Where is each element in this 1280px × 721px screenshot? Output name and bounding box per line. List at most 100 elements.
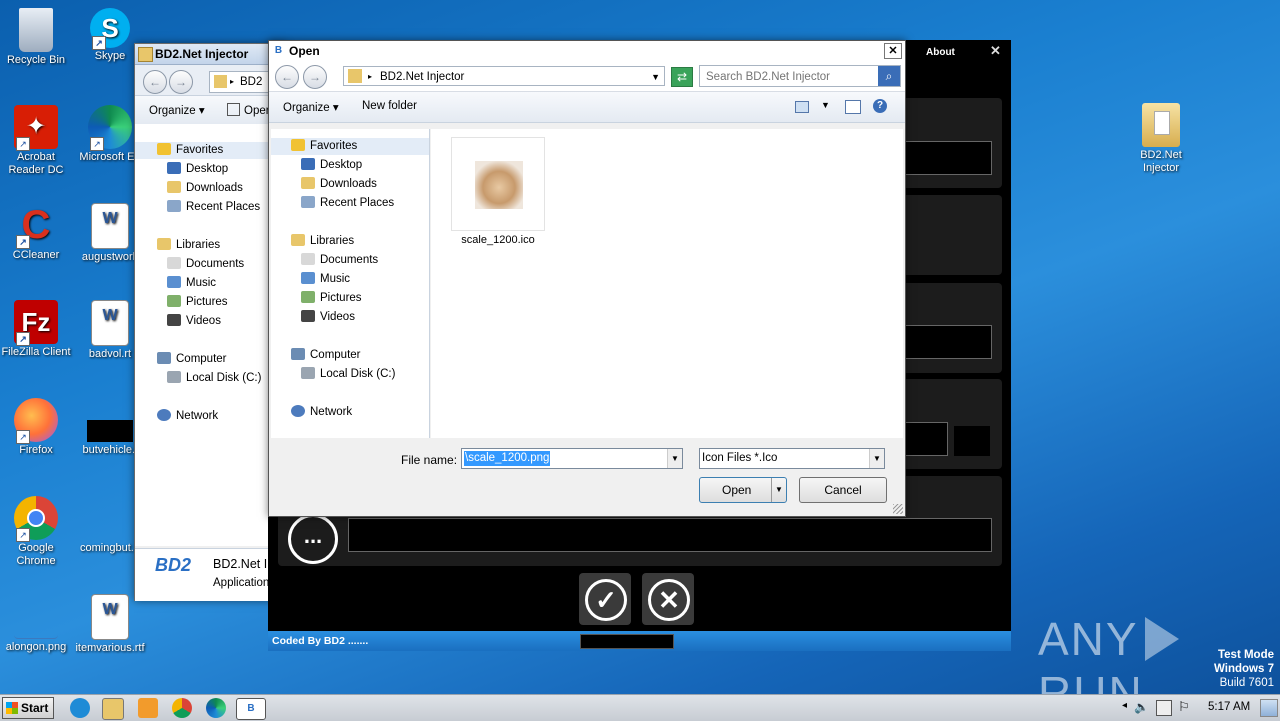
open-button[interactable]: Oper [227, 103, 270, 117]
organize-button[interactable]: Organize ▾ [283, 100, 339, 114]
desktop-icon-bd2-folder[interactable]: BD2.Net Injector [1126, 103, 1196, 175]
explorer-window[interactable]: BD2.Net Injector ← → ▸ BD2 Organize ▾ Op… [134, 43, 321, 601]
nav-favorites[interactable]: Favorites [135, 142, 285, 159]
help-icon[interactable]: ? [873, 99, 887, 113]
nav-music[interactable]: Music [301, 271, 350, 288]
nav-music[interactable]: Music [167, 275, 216, 292]
nav-documents[interactable]: Documents [167, 256, 244, 273]
nav-computer[interactable]: Computer [291, 347, 361, 364]
black-image-icon [87, 420, 133, 442]
file-item[interactable]: scale_1200.ico [451, 137, 545, 247]
flag-icon[interactable]: ⚐ [1178, 699, 1190, 715]
organize-button[interactable]: Organize ▾ [149, 103, 205, 117]
desktop-icon-label: Firefox [19, 444, 53, 456]
music-icon [167, 276, 181, 288]
bd2-taskbar-icon[interactable]: B [236, 698, 266, 720]
file-path-field[interactable] [348, 518, 992, 552]
explorer-toolbar: Organize ▾ Oper [135, 96, 285, 125]
forward-button[interactable]: → [169, 70, 193, 94]
desktop-icon-itemvarious[interactable]: W itemvarious.rtf [75, 594, 145, 655]
filename-combo[interactable]: \scale_1200.png ▼ [461, 448, 683, 469]
network-tray-icon[interactable] [1156, 700, 1172, 716]
desktop-icon [301, 158, 315, 170]
desktop-icon-chrome[interactable]: ↗ Google Chrome [1, 496, 71, 568]
preview-pane-icon[interactable] [845, 100, 861, 114]
injector-small-box[interactable] [954, 426, 990, 456]
open-dropdown-icon[interactable]: ▼ [771, 478, 786, 502]
refresh-button[interactable]: ⇄ [671, 67, 693, 87]
filename-input[interactable]: \scale_1200.png [464, 451, 551, 466]
nav-libraries[interactable]: Libraries [157, 237, 220, 254]
nav-documents[interactable]: Documents [301, 252, 378, 269]
dialog-titlebar[interactable]: B Open ✕ [269, 41, 905, 61]
desktop-icon-recycle-bin[interactable]: Recycle Bin [1, 8, 71, 67]
ccleaner-icon: C ↗ [14, 203, 58, 249]
filetype-dropdown-icon[interactable]: ▼ [869, 449, 884, 468]
volume-icon[interactable]: 🔈 [1134, 700, 1149, 714]
explorer-taskbar-icon[interactable] [102, 698, 124, 720]
chrome-taskbar-icon[interactable] [172, 698, 192, 718]
desktop-icon-filezilla[interactable]: Fz ↗ FileZilla Client [1, 300, 71, 359]
desktop-icon-alongon[interactable]: alongon.png [1, 594, 71, 654]
nav-network[interactable]: Network [157, 408, 218, 425]
nav-downloads[interactable]: Downloads [167, 180, 243, 197]
nav-computer[interactable]: Computer [157, 351, 227, 368]
tray-chevron-icon[interactable]: ◂ [1122, 700, 1127, 711]
nav-localdisk[interactable]: Local Disk (C:) [301, 366, 395, 383]
search-icon[interactable]: ⌕ [878, 66, 900, 86]
nav-favorites[interactable]: Favorites [271, 138, 429, 155]
nav-recent[interactable]: Recent Places [167, 199, 260, 216]
filetype-select[interactable]: Icon Files *.Ico ▼ [699, 448, 885, 469]
desktop-icon-acrobat[interactable]: ✦ ↗ Acrobat Reader DC [1, 105, 71, 177]
star-icon [157, 143, 171, 155]
view-dropdown-icon[interactable]: ▼ [821, 100, 830, 110]
open-dialog[interactable]: B Open ✕ ← → ▸ BD2.Net Injector ▼ ⇄ ⌕ Or… [268, 40, 906, 517]
thumbnail-frame [451, 137, 545, 231]
new-folder-button[interactable]: New folder [362, 100, 417, 112]
desktop-icon-label: alongon.png [5, 641, 67, 653]
nav-recent[interactable]: Recent Places [301, 195, 394, 212]
ok-button[interactable]: ✓ [579, 573, 631, 625]
injector-close-button[interactable]: ✕ [990, 43, 1001, 59]
nav-videos[interactable]: Videos [301, 309, 355, 326]
file-list[interactable]: scale_1200.ico [431, 129, 903, 438]
filename-label: File name: [401, 453, 458, 467]
file-name-label: scale_1200.ico [461, 234, 535, 246]
nav-desktop[interactable]: Desktop [301, 157, 362, 174]
dialog-cancel-button[interactable]: Cancel [799, 477, 887, 503]
address-dropdown-icon[interactable]: ▼ [651, 67, 660, 87]
start-button[interactable]: Start [2, 697, 54, 719]
back-button[interactable]: ← [143, 70, 167, 94]
about-button[interactable]: About [926, 47, 955, 58]
dialog-close-button[interactable]: ✕ [884, 43, 902, 59]
nav-localdisk[interactable]: Local Disk (C:) [167, 370, 261, 387]
cancel-button-dark[interactable]: ✕ [642, 573, 694, 625]
filename-dropdown-icon[interactable]: ▼ [667, 449, 682, 468]
nav-pictures[interactable]: Pictures [301, 290, 362, 307]
nav-videos[interactable]: Videos [167, 313, 221, 330]
resize-grip-icon[interactable] [893, 504, 903, 514]
forward-button[interactable]: → [303, 65, 327, 89]
nav-libraries[interactable]: Libraries [291, 233, 354, 250]
nav-pictures[interactable]: Pictures [167, 294, 228, 311]
explorer-titlebar[interactable]: BD2.Net Injector [135, 44, 285, 65]
back-button[interactable]: ← [275, 65, 299, 89]
desktop-icon-firefox[interactable]: ↗ Firefox [1, 398, 71, 457]
media-player-icon[interactable] [138, 698, 158, 718]
search-input[interactable] [704, 67, 880, 87]
ie-icon[interactable] [70, 698, 90, 718]
desktop-icon-label: Acrobat Reader DC [8, 151, 64, 176]
nav-network[interactable]: Network [291, 404, 352, 421]
nav-desktop[interactable]: Desktop [167, 161, 228, 178]
dialog-address-bar[interactable]: ▸ BD2.Net Injector ▼ [343, 66, 665, 86]
nav-downloads[interactable]: Downloads [301, 176, 377, 193]
search-box[interactable]: ⌕ [699, 65, 901, 87]
show-desktop-button[interactable] [1260, 699, 1278, 717]
open-button[interactable]: Open ▼ [699, 477, 787, 503]
edge-taskbar-icon[interactable] [206, 698, 226, 718]
clock[interactable]: 5:17 AM [1208, 701, 1250, 713]
desktop-icon-ccleaner[interactable]: C ↗ CCleaner [1, 203, 71, 262]
browse-button[interactable]: ... [288, 514, 338, 564]
view-icon[interactable] [795, 101, 809, 113]
downloads-icon [167, 181, 181, 193]
